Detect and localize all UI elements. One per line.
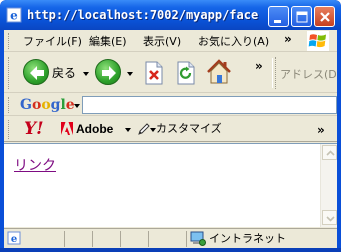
menubar-grip[interactable] — [8, 33, 11, 49]
pen-icon — [138, 123, 150, 135]
maximize-icon — [296, 11, 308, 23]
linksbar-overflow-chevron[interactable]: » — [317, 124, 325, 136]
stop-icon[interactable] — [143, 61, 165, 85]
menu-file[interactable]: ファイル(F) — [23, 34, 82, 49]
adobe-dropdown-arrow[interactable] — [125, 128, 131, 132]
back-dropdown-arrow[interactable] — [83, 72, 89, 76]
toolbar-overflow-chevron[interactable]: » — [255, 60, 263, 72]
page-link[interactable]: リンク — [14, 158, 56, 175]
status-panel-divider — [120, 231, 121, 247]
customize-button[interactable]: カスタマイズ — [156, 122, 222, 136]
menu-bar: ファイル(F) 編集(E) 表示(V) お気に入り(A) » — [4, 30, 337, 52]
google-dropdown-arrow[interactable] — [74, 104, 80, 108]
internet-explorer-icon: e — [6, 7, 22, 23]
status-panel-divider — [92, 231, 93, 247]
status-panel-divider — [148, 231, 149, 247]
forward-button[interactable] — [95, 59, 121, 85]
menubar-overflow-chevron[interactable]: » — [284, 33, 292, 45]
google-logo-button[interactable]: Google — [20, 97, 75, 113]
adobe-logo-icon — [61, 122, 73, 135]
adobe-button[interactable]: Adobe — [76, 122, 113, 136]
page-content: リンク — [4, 143, 337, 227]
maximize-button[interactable] — [291, 6, 312, 27]
svg-text:e: e — [11, 234, 17, 245]
yahoo-button[interactable]: Y! — [24, 120, 44, 139]
close-button[interactable] — [314, 6, 335, 27]
page-done-icon: e — [7, 231, 21, 245]
status-panel-divider — [64, 231, 65, 247]
minimize-icon — [274, 20, 281, 23]
status-bar: e イントラネット — [4, 228, 337, 248]
window-title: http://localhost:7002/myapp/face... — [27, 8, 259, 22]
home-icon[interactable] — [206, 58, 232, 86]
vertical-scrollbar[interactable] — [320, 144, 337, 227]
menu-view[interactable]: 表示(V) — [143, 34, 181, 49]
back-arrow-icon — [30, 66, 44, 80]
google-letter: o — [31, 97, 42, 113]
chevron-up-icon — [326, 150, 335, 156]
title-bar[interactable]: e http://localhost:7002/myapp/face... — [0, 0, 341, 30]
menu-edit[interactable]: 編集(E) — [89, 34, 127, 49]
google-search-input[interactable] — [82, 96, 337, 114]
address-label[interactable]: アドレス(D) — [280, 66, 337, 82]
intranet-zone-icon — [190, 231, 206, 246]
scroll-down-button[interactable] — [322, 210, 337, 225]
status-panel-divider — [186, 231, 187, 247]
toolbar-grip[interactable] — [8, 57, 11, 89]
google-letter: G — [20, 97, 32, 113]
window-border — [0, 248, 341, 252]
addressbar-grip[interactable] — [275, 57, 278, 89]
svg-text:e: e — [10, 9, 18, 23]
menu-favorites[interactable]: お気に入り(A) — [198, 34, 269, 49]
windows-logo-icon — [307, 31, 329, 51]
googlebar-grip[interactable] — [8, 97, 11, 113]
toolbar-separator — [272, 58, 273, 88]
linksbar-grip[interactable] — [8, 120, 11, 139]
zone-label: イントラネット — [209, 232, 286, 245]
forward-arrow-icon — [102, 66, 116, 80]
minimize-button[interactable] — [268, 6, 289, 27]
google-toolbar: Google — [4, 94, 337, 116]
google-letter: g — [50, 97, 61, 113]
close-icon — [320, 12, 330, 22]
links-toolbar: Y! Adobe カスタマイズ » — [4, 117, 337, 142]
standard-toolbar: 戻る » アドレス(D) — [4, 53, 337, 93]
back-button[interactable] — [23, 59, 49, 85]
browser-window: e http://localhost:7002/myapp/face... ファ… — [0, 0, 341, 252]
google-letter: o — [41, 97, 51, 113]
browser-client-area: ファイル(F) 編集(E) 表示(V) お気に入り(A) » 戻る » アドレス… — [4, 30, 337, 248]
forward-dropdown-arrow[interactable] — [127, 72, 133, 76]
scroll-up-button[interactable] — [322, 145, 337, 160]
refresh-icon[interactable] — [175, 61, 197, 85]
chevron-down-icon — [326, 216, 335, 222]
back-label[interactable]: 戻る — [52, 66, 76, 80]
